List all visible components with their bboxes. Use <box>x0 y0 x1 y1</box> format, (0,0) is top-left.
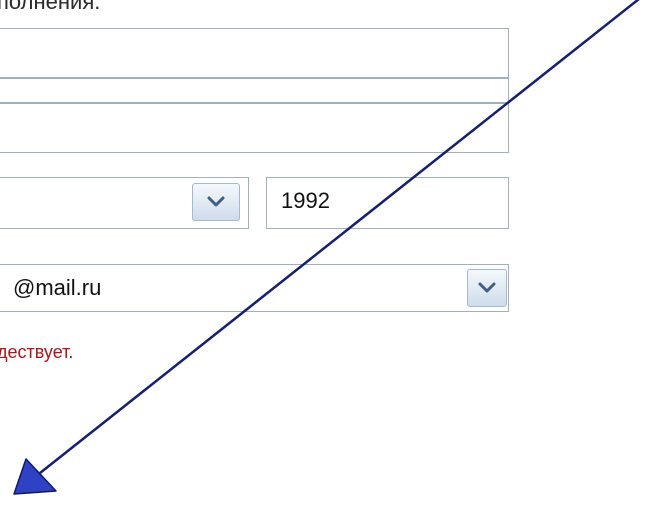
arrow-annotation-icon <box>13 0 640 495</box>
